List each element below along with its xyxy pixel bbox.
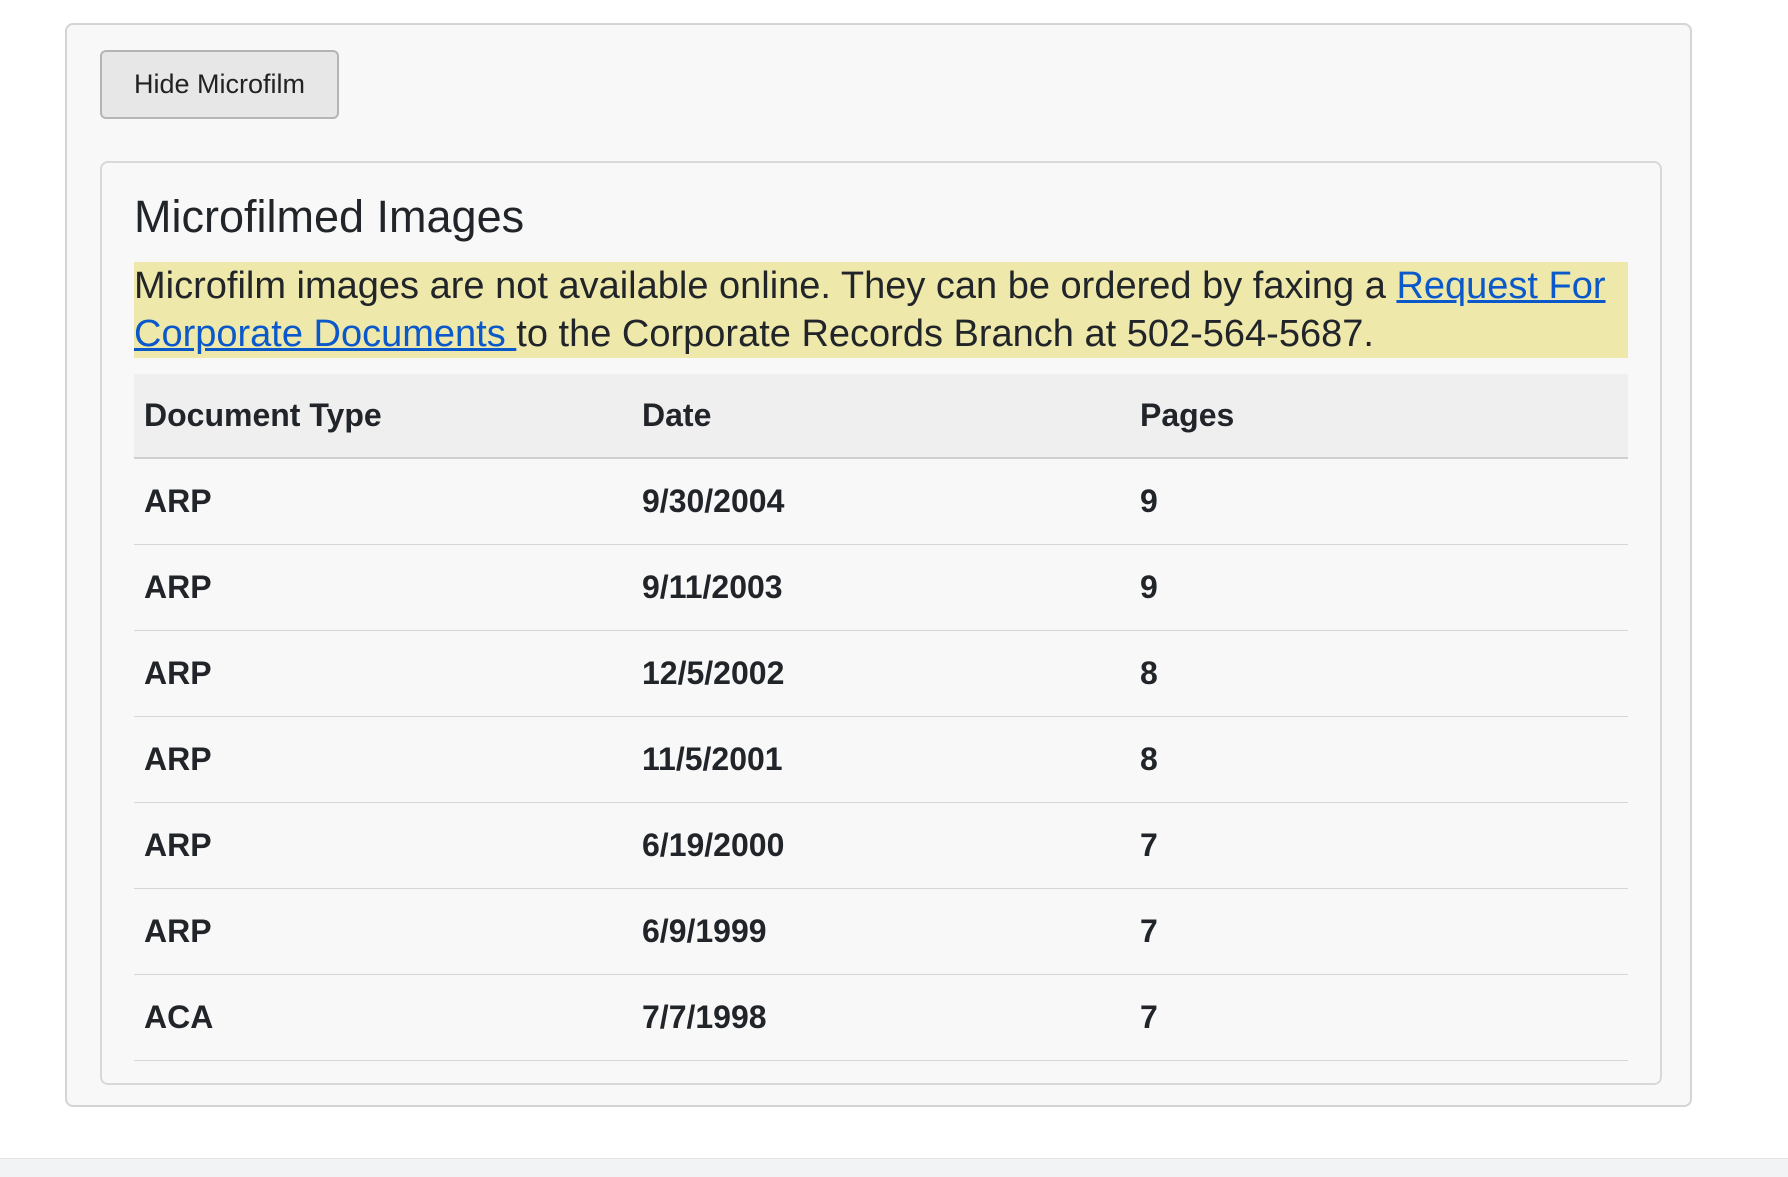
cell-pages: 7 xyxy=(1130,974,1628,1061)
notice-text-before: Microfilm images are not available onlin… xyxy=(134,265,1397,307)
cell-document-type: ARP xyxy=(134,802,632,889)
cell-pages: 8 xyxy=(1130,716,1628,803)
page-footer-strip xyxy=(0,1158,1788,1177)
cell-pages: 9 xyxy=(1130,458,1628,545)
table-row: ARP 6/19/2000 7 xyxy=(134,802,1628,889)
card-title: Microfilmed Images xyxy=(134,191,525,242)
cell-date: 6/9/1999 xyxy=(632,888,1130,975)
availability-notice: Microfilm images are not available onlin… xyxy=(134,262,1628,358)
cell-date: 9/30/2004 xyxy=(632,458,1130,545)
cell-document-type: ARP xyxy=(134,716,632,803)
header-pages: Pages xyxy=(1130,374,1628,459)
microfilm-table: Document Type Date Pages ARP 9/30/2004 9… xyxy=(134,374,1628,1061)
cell-document-type: ARP xyxy=(134,544,632,631)
cell-document-type: ARP xyxy=(134,630,632,717)
table-row: ARP 9/11/2003 9 xyxy=(134,544,1628,631)
microfilm-panel: Hide Microfilm Microfilmed Images Microf… xyxy=(65,23,1692,1107)
cell-date: 12/5/2002 xyxy=(632,630,1130,717)
cell-document-type: ARP xyxy=(134,888,632,975)
notice-text-after: to the Corporate Records Branch at 502-5… xyxy=(516,313,1374,355)
microfilmed-images-card: Microfilmed Images Microfilm images are … xyxy=(100,161,1662,1085)
table-row: ACA 7/7/1998 7 xyxy=(134,974,1628,1061)
cell-date: 6/19/2000 xyxy=(632,802,1130,889)
header-date: Date xyxy=(632,374,1130,459)
hide-microfilm-button[interactable]: Hide Microfilm xyxy=(100,50,339,119)
cell-document-type: ARP xyxy=(134,458,632,545)
header-document-type: Document Type xyxy=(134,374,632,459)
cell-document-type: ACA xyxy=(134,974,632,1061)
cell-pages: 7 xyxy=(1130,802,1628,889)
cell-date: 9/11/2003 xyxy=(632,544,1130,631)
cell-pages: 7 xyxy=(1130,888,1628,975)
table-row: ARP 11/5/2001 8 xyxy=(134,716,1628,803)
table-header-row: Document Type Date Pages xyxy=(134,374,1628,459)
cell-date: 7/7/1998 xyxy=(632,974,1130,1061)
cell-pages: 9 xyxy=(1130,544,1628,631)
cell-pages: 8 xyxy=(1130,630,1628,717)
cell-date: 11/5/2001 xyxy=(632,716,1130,803)
table-row: ARP 12/5/2002 8 xyxy=(134,630,1628,717)
table-row: ARP 9/30/2004 9 xyxy=(134,458,1628,545)
table-row: ARP 6/9/1999 7 xyxy=(134,888,1628,975)
